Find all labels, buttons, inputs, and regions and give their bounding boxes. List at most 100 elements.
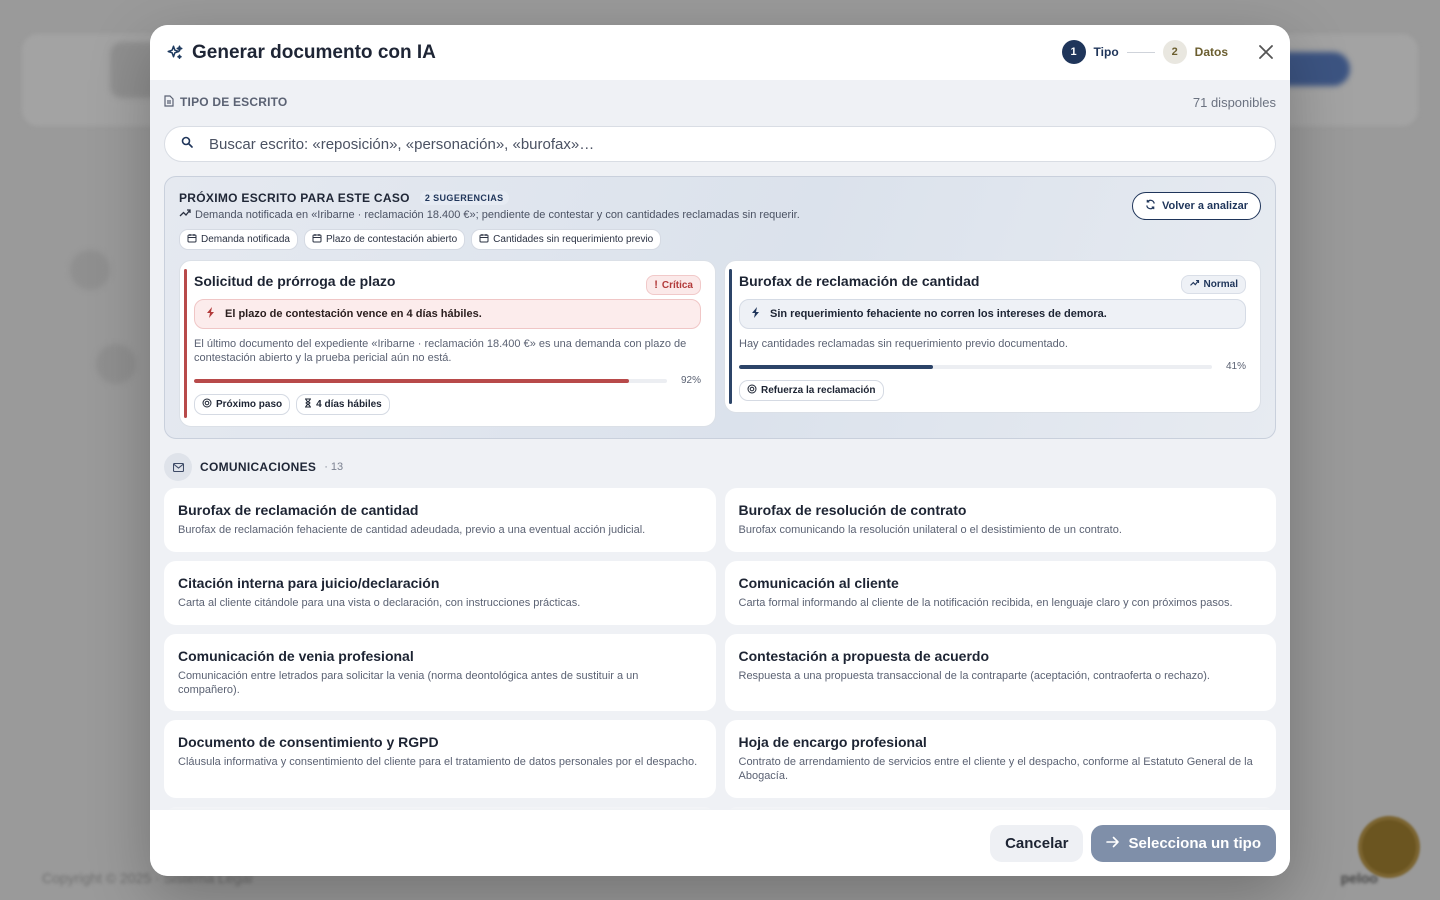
document-type-title: Hoja de encargo profesional — [738, 734, 927, 750]
trend-icon — [1189, 279, 1200, 290]
available-count: 71 disponibles — [1192, 94, 1276, 110]
exclamation-icon: ! — [654, 279, 658, 291]
document-type-description: Cláusula informativa y consentimiento de… — [178, 756, 698, 768]
suggestion-title: Solicitud de prórroga de plazo — [194, 273, 396, 289]
document-type-card[interactable]: Comunicación al cliente Carta formal inf… — [724, 561, 1276, 625]
document-type-description: Burofax de reclamación fehaciente de can… — [178, 524, 646, 536]
suggestion-card-critical[interactable]: Solicitud de prórroga de plazo ! Crítica… — [179, 260, 716, 427]
document-type-description: Respuesta a una propuesta transaccional … — [738, 670, 1210, 682]
document-type-card[interactable]: Contestación a propuesta de acuerdo Resp… — [724, 634, 1276, 711]
generate-document-modal: Generar documento con IA 1 Tipo 2 Datos … — [150, 25, 1290, 876]
confidence-percent: 41% — [1225, 361, 1246, 372]
section-header: TIPO DE ESCRITO 71 disponibles — [164, 94, 1276, 110]
confidence-percent: 92% — [680, 375, 701, 386]
suggestion-tags: Próximo paso 4 días hábiles — [194, 394, 701, 415]
confidence-bar-fill — [194, 378, 630, 383]
suggestion-tags: Refuerza la reclamación — [739, 380, 1246, 401]
arrow-right-icon — [1106, 835, 1120, 852]
context-chip-label: Demanda notificada — [201, 234, 290, 245]
card-accent — [729, 269, 732, 404]
search-input[interactable] — [209, 135, 1259, 153]
document-type-card[interactable]: Comunicación de venia profesional Comuni… — [164, 634, 716, 711]
refresh-icon — [1145, 199, 1156, 213]
suggestion-tag: 4 días hábiles — [296, 394, 390, 415]
document-type-card[interactable]: Citación interna para juicio/declaración… — [164, 561, 716, 625]
context-chip: Plazo de contestación abierto — [303, 229, 466, 250]
document-type-description: Carta formal informando al cliente de la… — [738, 597, 1233, 609]
document-type-description: Comunicación entre letrados para solicit… — [178, 670, 639, 696]
cancel-button[interactable]: Cancelar — [990, 824, 1084, 862]
suggestion-alert: El plazo de contestación vence en 4 días… — [194, 299, 701, 329]
suggestions-header: PRÓXIMO ESCRITO PARA ESTE CASO 2 SUGEREN… — [179, 191, 1261, 205]
background-avatar — [96, 344, 136, 384]
search-icon — [181, 135, 193, 153]
document-type-card[interactable]: Burofax de resolución de contrato Burofa… — [724, 488, 1276, 552]
document-type-title: Burofax de resolución de contrato — [738, 502, 967, 518]
suggestions-panel: PRÓXIMO ESCRITO PARA ESTE CASO 2 SUGEREN… — [164, 176, 1276, 439]
mail-icon — [164, 453, 192, 481]
confidence-bar-fill — [739, 364, 933, 369]
category-title: COMUNICACIONES — [200, 460, 317, 474]
target-icon — [202, 398, 212, 411]
document-type-grid: Burofax de reclamación de cantidad Burof… — [164, 488, 1276, 810]
confidence-bar — [194, 378, 667, 383]
floating-action-button[interactable] — [1362, 820, 1416, 874]
suggestion-alert-text: Sin requerimiento fehaciente no corren l… — [770, 308, 1107, 320]
context-chip: Cantidades sin requerimiento previo — [471, 229, 662, 250]
sparkles-icon — [166, 44, 184, 62]
calendar-icon — [479, 233, 489, 246]
modal-title: Generar documento con IA — [166, 42, 436, 64]
section-label-text: TIPO DE ESCRITO — [180, 95, 288, 109]
document-type-title: Documento de consentimiento y RGPD — [178, 734, 439, 750]
hourglass-icon — [304, 398, 312, 411]
context-chip: Demanda notificada — [179, 229, 298, 250]
suggestion-tag-label: 4 días hábiles — [316, 399, 382, 410]
priority-badge-label: Normal — [1203, 279, 1238, 290]
stepper: 1 Tipo 2 Datos — [1061, 40, 1228, 64]
category-header: COMUNICACIONES · 13 — [164, 453, 1276, 481]
bolt-icon — [207, 307, 215, 321]
document-type-card[interactable]: Documento de consentimiento y RGPD Cláus… — [164, 720, 716, 798]
suggestion-text: Hay cantidades reclamadas sin requerimie… — [739, 338, 1068, 350]
background-footer-logo: peloo — [1340, 870, 1378, 886]
priority-badge-normal: Normal — [1180, 275, 1246, 294]
suggestion-tag-label: Próximo paso — [216, 399, 283, 410]
suggestions-count-badge: 2 SUGERENCIAS — [419, 191, 509, 205]
document-type-card[interactable]: Hoja de encargo profesional Contrato de … — [724, 720, 1276, 798]
target-icon — [747, 384, 757, 397]
document-type-title: Burofax de reclamación de cantidad — [178, 502, 419, 518]
step-2-label: Datos — [1194, 45, 1228, 59]
modal-footer: Cancelar Selecciona un tipo — [150, 810, 1290, 876]
reanalyze-label: Volver a analizar — [1161, 200, 1248, 212]
reanalyze-button[interactable]: Volver a analizar — [1131, 192, 1261, 220]
document-type-title: Comunicación al cliente — [738, 575, 899, 591]
document-type-description: Carta al cliente citándole para una vist… — [178, 597, 581, 609]
suggestion-card-normal[interactable]: Burofax de reclamación de cantidad Norma… — [724, 260, 1261, 413]
confidence-bar — [739, 364, 1212, 369]
document-type-card[interactable]: Burofax de reclamación de cantidad Burof… — [164, 488, 716, 552]
confidence-row: 92% — [194, 375, 701, 386]
close-icon[interactable] — [1256, 42, 1276, 62]
document-type-title: Citación interna para juicio/declaración — [178, 575, 440, 591]
bolt-icon — [752, 307, 760, 321]
select-type-button[interactable]: Selecciona un tipo — [1091, 824, 1276, 862]
suggestions-title: PRÓXIMO ESCRITO PARA ESTE CASO — [179, 191, 410, 205]
step-1-number: 1 — [1061, 40, 1086, 64]
suggestion-alert: Sin requerimiento fehaciente no corren l… — [739, 299, 1246, 329]
document-type-description: Burofax comunicando la resolución unilat… — [738, 524, 1122, 536]
document-type-description: Contrato de arrendamiento de servicios e… — [738, 756, 1253, 782]
priority-badge-label: Crítica — [661, 279, 693, 291]
suggestion-cards: Solicitud de prórroga de plazo ! Crítica… — [179, 260, 1261, 427]
category-count: · 13 — [324, 461, 344, 473]
select-type-label: Selecciona un tipo — [1128, 834, 1261, 852]
scroll-fade — [150, 800, 1290, 810]
suggestion-text: El último documento del expediente «Irib… — [194, 338, 687, 364]
calendar-icon — [187, 233, 197, 246]
card-accent — [184, 269, 187, 418]
suggestions-description: Demanda notificada en «Iribarne · reclam… — [179, 208, 1261, 221]
document-icon — [164, 94, 174, 110]
confidence-row: 41% — [739, 361, 1246, 372]
context-chips: Demanda notificada Plazo de contestación… — [179, 229, 1261, 250]
modal-title-text: Generar documento con IA — [192, 41, 436, 63]
document-type-title: Contestación a propuesta de acuerdo — [738, 648, 990, 664]
